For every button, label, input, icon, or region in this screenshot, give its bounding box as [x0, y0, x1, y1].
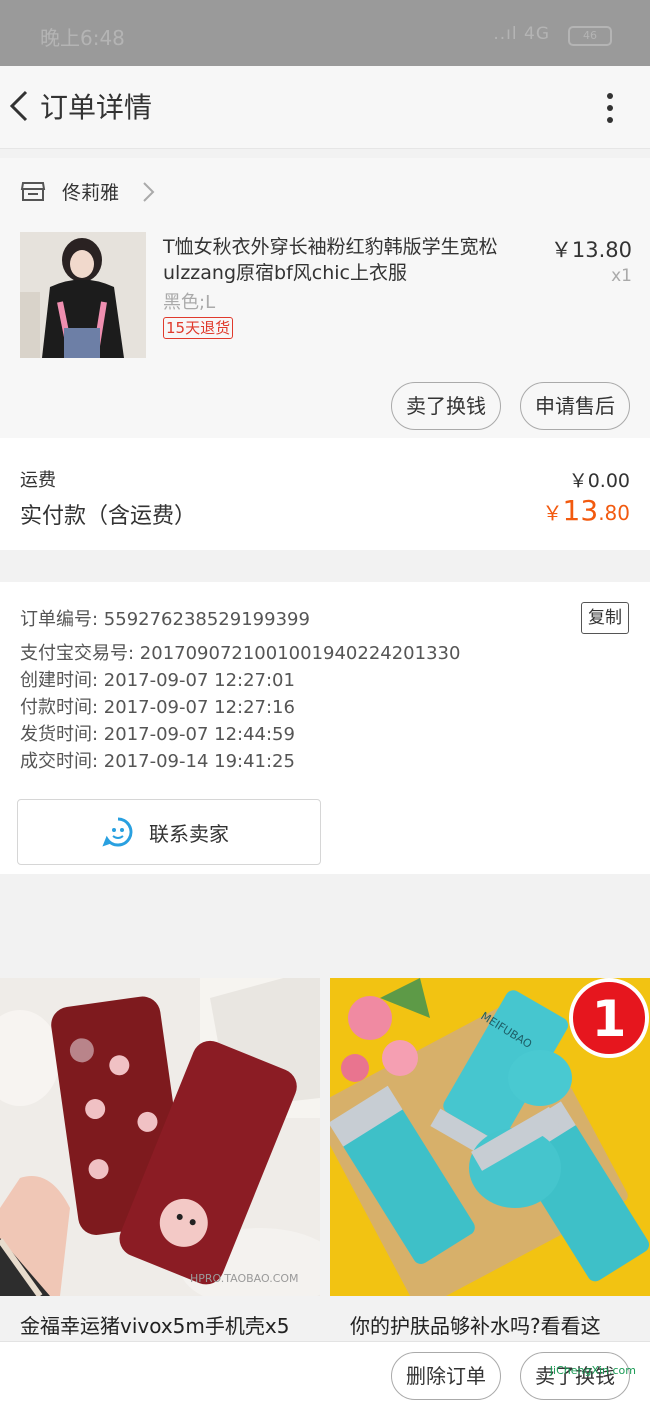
battery-icon: 46: [568, 26, 612, 46]
shipped-time: 发货时间: 2017-09-07 12:44:59: [20, 724, 295, 745]
paid-currency: ￥: [542, 501, 563, 525]
created-time: 创建时间: 2017-09-07 12:27:01: [20, 670, 295, 691]
recommendation-title-1[interactable]: 金福幸运猪vivox5m手机壳x5: [20, 1310, 330, 1339]
shop-name[interactable]: 佟莉雅: [62, 178, 119, 205]
page-title: 订单详情: [40, 91, 153, 124]
delete-order-button[interactable]: 删除订单: [391, 1352, 501, 1400]
return-policy-tag: 15天退货: [163, 317, 234, 339]
paid-amount-label: 实付款（含运费）: [20, 504, 197, 529]
order-info-panel: 订单编号: 559276238529199399 支付宝交易号: 2017090…: [0, 582, 650, 874]
product-thumbnail[interactable]: [20, 232, 146, 358]
back-arrow-icon[interactable]: [6, 86, 34, 126]
completed-time: 成交时间: 2017-09-14 19:41:25: [20, 751, 295, 772]
paid-time: 付款时间: 2017-09-07 12:27:16: [20, 697, 295, 718]
status-time: 晚上6:48: [40, 26, 125, 50]
more-options-icon[interactable]: [596, 88, 624, 128]
recommendation-image-skincare[interactable]: MEIFUBAO 1: [330, 978, 650, 1296]
image-watermark-text: HPRO.TAOBAO.COM: [190, 1272, 299, 1285]
product-card: 佟莉雅 T恤女秋衣外穿长袖粉红豹韩版学生宽松ulzzang原宿bf风chic上衣…: [0, 158, 650, 438]
recommendation-title-2[interactable]: 你的护肤品够补水吗?看看这: [350, 1310, 640, 1339]
shop-icon: [20, 182, 46, 201]
order-totals: 运费 ￥0.00 实付款（含运费） ￥13.80: [0, 438, 650, 550]
paid-decimal: .80: [598, 501, 630, 525]
shipping-value: ￥0.00: [568, 470, 630, 492]
product-price: ￥13.80: [550, 238, 632, 262]
contact-seller-label: 联系卖家: [149, 822, 229, 846]
apply-aftersale-button[interactable]: 申请售后: [520, 382, 630, 430]
product-title[interactable]: T恤女秋衣外穿长袖粉红豹韩版学生宽松ulzzang原宿bf风chic上衣服: [163, 234, 523, 286]
shipping-label: 运费: [20, 470, 56, 491]
status-bar: 晚上6:48 ..ıl 4G 46: [0, 0, 650, 66]
sell-for-cash-button[interactable]: 卖了换钱: [391, 382, 501, 430]
signal-indicator: ..ıl 4G: [493, 24, 550, 44]
contact-seller-button[interactable]: 联系卖家: [17, 799, 321, 865]
site-watermark: JiChengXin.com: [549, 1364, 636, 1377]
alipay-transaction-number: 支付宝交易号: 2017090721001001940224201330: [20, 643, 461, 664]
product-variant: 黑色;L: [163, 292, 216, 313]
chat-face-icon: [102, 817, 133, 847]
copy-button[interactable]: 复制: [581, 602, 629, 634]
chevron-right-icon[interactable]: [140, 180, 156, 204]
order-number: 订单编号: 559276238529199399: [20, 609, 310, 630]
header: 订单详情: [0, 66, 650, 149]
recommendation-image-phone-case[interactable]: HPRO.TAOBAO.COM: [0, 978, 320, 1296]
rank-badge-text: 1: [592, 990, 627, 1048]
paid-integer: 13: [562, 494, 599, 527]
product-quantity: x1: [611, 266, 632, 286]
paid-amount-value: ￥13.80: [543, 494, 630, 527]
